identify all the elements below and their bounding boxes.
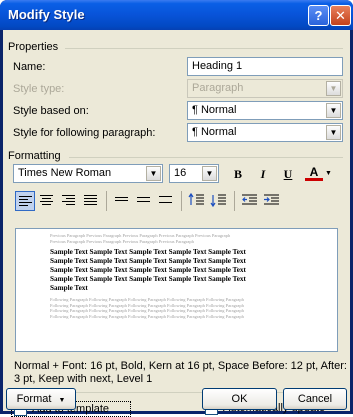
following-paragraph-dropdown[interactable]: ¶ Normal ▼ (187, 123, 343, 142)
cancel-button[interactable]: Cancel (283, 388, 347, 410)
increase-indent-button[interactable] (262, 191, 282, 211)
align-center-button[interactable] (37, 191, 57, 211)
sample-text-line: Sample Text Sample Text Sample Text Samp… (50, 248, 246, 256)
formatting-divider (69, 157, 343, 158)
decrease-indent-button[interactable] (240, 191, 260, 211)
toolbar-separator (234, 191, 235, 211)
single-spacing-icon (115, 195, 128, 206)
based-on-value: ¶ Normal (192, 104, 237, 116)
sample-text-line: Sample Text Sample Text Sample Text Samp… (50, 257, 246, 265)
following-paragraph-label: Style for following paragraph: (13, 127, 156, 139)
decrease-indent-icon (242, 194, 257, 205)
dialog-title: Modify Style (8, 7, 85, 22)
format-button[interactable]: Format ▼ (6, 388, 76, 410)
double-spacing-icon (159, 195, 172, 206)
sample-text-line: Sample Text (50, 284, 88, 292)
space-before-decrease-icon (210, 194, 226, 208)
align-right-button[interactable] (59, 191, 79, 211)
one-half-spacing-button[interactable] (134, 191, 154, 211)
name-label: Name: (13, 61, 46, 73)
toolbar-separator (106, 191, 107, 211)
style-preview: Previous Paragraph Previous Paragraph Pr… (15, 228, 338, 352)
following-paragraph-value: ¶ Normal (192, 126, 237, 138)
justify-button[interactable] (81, 191, 101, 211)
space-before-increase-icon (188, 192, 204, 205)
properties-divider (65, 48, 343, 49)
paragraph-toolbar (13, 189, 345, 213)
align-center-icon (40, 195, 53, 206)
following-paragraph-preview: Following Paragraph Following Paragraph … (16, 297, 337, 319)
double-spacing-button[interactable] (156, 191, 176, 211)
chevron-down-icon[interactable]: ▼ (326, 103, 341, 118)
title-bar: Modify Style ? ✕ (0, 0, 353, 30)
help-button[interactable]: ? (308, 5, 329, 26)
name-field[interactable]: Heading 1 (187, 57, 343, 76)
sample-text-line: Sample Text Sample Text Sample Text Samp… (50, 275, 246, 283)
space-before-increase-button[interactable] (187, 191, 207, 211)
properties-section-label: Properties (8, 41, 59, 53)
chevron-down-icon[interactable]: ▼ (202, 166, 217, 181)
align-left-button[interactable] (15, 191, 35, 211)
format-button-label: Format (16, 393, 52, 405)
align-right-icon (62, 195, 75, 206)
chevron-down-icon[interactable]: ▼ (326, 125, 341, 140)
toolbar-separator (181, 191, 182, 211)
style-type-label: Style type: (13, 83, 65, 95)
dialog-body: Properties Name: Heading 1 Style type: P… (3, 30, 350, 417)
modify-style-dialog: Modify Style ? ✕ Properties Name: Headin… (0, 0, 353, 417)
formatting-section-label: Formatting (8, 150, 61, 162)
chevron-down-icon: ▼ (58, 397, 66, 404)
italic-button[interactable]: I (254, 165, 272, 183)
font-dropdown[interactable]: Times New Roman ▼ (13, 164, 163, 183)
chevron-down-icon[interactable]: ▼ (146, 166, 161, 181)
following-paragraph-line: Following Paragraph Following Paragraph … (50, 313, 244, 319)
style-type-value: Paragraph (192, 82, 244, 94)
font-style-toolbar: B I U A ▼ (225, 165, 350, 185)
font-color-button[interactable]: A (305, 165, 323, 181)
chevron-down-icon: ▼ (326, 81, 341, 96)
font-color-chevron-icon[interactable]: ▼ (325, 170, 332, 177)
sample-text-line: Sample Text Sample Text Sample Text Samp… (50, 266, 246, 274)
align-left-icon (19, 196, 32, 207)
based-on-dropdown[interactable]: ¶ Normal ▼ (187, 101, 343, 120)
previous-paragraph-line: Previous Paragraph Previous Paragraph Pr… (50, 238, 194, 244)
font-size-dropdown[interactable]: 16 ▼ (169, 164, 219, 183)
one-half-spacing-icon (137, 195, 150, 206)
increase-indent-icon (264, 194, 279, 205)
justify-icon (84, 195, 97, 206)
underline-button[interactable]: U (279, 165, 297, 183)
single-spacing-button[interactable] (112, 191, 132, 211)
close-button[interactable]: ✕ (330, 5, 351, 26)
ok-button[interactable]: OK (202, 388, 277, 410)
sample-text-preview: Sample Text Sample Text Sample Text Samp… (16, 248, 337, 293)
bold-button[interactable]: B (229, 165, 247, 183)
previous-paragraph-preview: Previous Paragraph Previous Paragraph Pr… (16, 233, 337, 244)
space-before-decrease-button[interactable] (209, 191, 229, 211)
font-value: Times New Roman (18, 167, 112, 179)
style-description: Normal + Font: 16 pt, Bold, Kern at 16 p… (14, 360, 347, 385)
style-type-dropdown: Paragraph ▼ (187, 79, 343, 98)
based-on-label: Style based on: (13, 105, 89, 117)
font-size-value: 16 (174, 167, 187, 179)
